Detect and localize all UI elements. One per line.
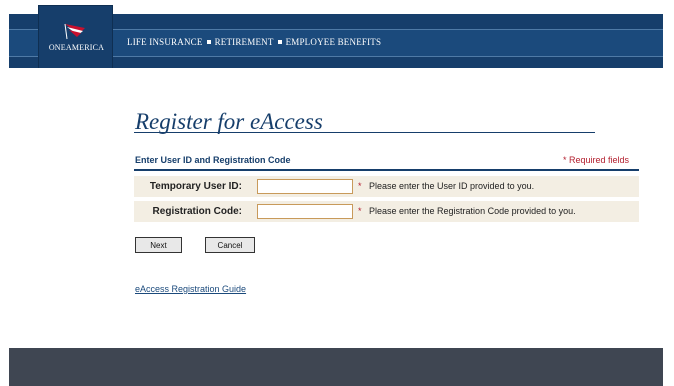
cancel-button[interactable]: Cancel xyxy=(205,237,255,253)
separator-dot-icon xyxy=(277,40,282,45)
right-margin xyxy=(663,0,674,386)
form-row-user-id: Temporary User ID: * Please enter the Us… xyxy=(134,176,639,197)
required-star: * xyxy=(358,206,362,216)
footer-band xyxy=(9,348,663,386)
temporary-user-id-input[interactable] xyxy=(257,179,353,194)
tagline-item: RETIREMENT xyxy=(214,37,274,47)
next-button[interactable]: Next xyxy=(135,237,182,253)
section-title: Enter User ID and Registration Code xyxy=(135,155,291,165)
user-id-hint: Please enter the User ID provided to you… xyxy=(369,181,535,191)
tagline-item: EMPLOYEE BENEFITS xyxy=(285,37,382,47)
page: ONEAMERICA LIFE INSURANCE RETIREMENT EMPLO… xyxy=(0,0,674,386)
required-star: * xyxy=(358,181,362,191)
registration-code-hint: Please enter the Registration Code provi… xyxy=(369,206,576,216)
tagline-item: LIFE INSURANCE xyxy=(127,37,203,47)
form-row-registration-code: Registration Code: * Please enter the Re… xyxy=(134,201,639,222)
section-divider xyxy=(134,169,639,171)
registration-guide-link[interactable]: eAccess Registration Guide xyxy=(135,284,246,294)
registration-code-label: Registration Code: xyxy=(152,206,242,217)
left-margin xyxy=(0,0,9,386)
logo-wordmark: ONEAMERICA xyxy=(48,43,105,52)
header-tagline: LIFE INSURANCE RETIREMENT EMPLOYEE BENEFIT… xyxy=(127,37,381,47)
separator-dot-icon xyxy=(206,40,211,45)
registration-code-input[interactable] xyxy=(257,204,353,219)
user-id-label: Temporary User ID: xyxy=(149,181,242,192)
required-fields-note: * Required fields xyxy=(563,155,630,165)
title-divider xyxy=(134,132,595,133)
flag-logo-icon xyxy=(64,23,85,40)
